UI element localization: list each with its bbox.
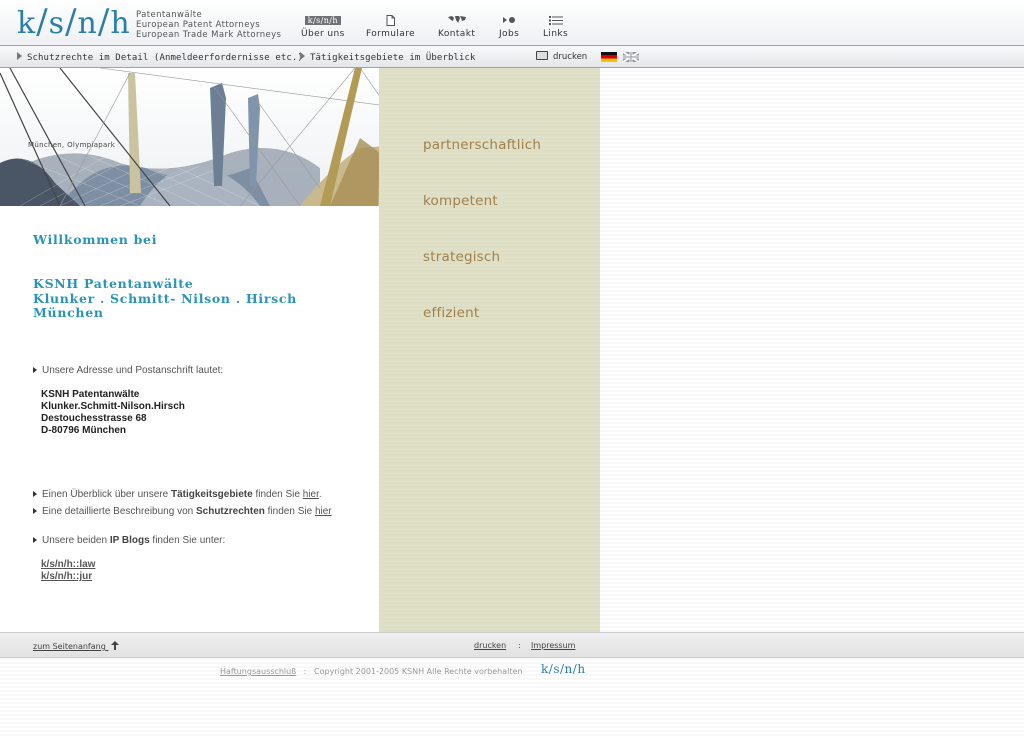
schutzrechte-info: Eine detaillierte Beschreibung von Schut… bbox=[33, 506, 332, 517]
firm-line: Klunker . Schmitt- Nilson . Hirsch bbox=[33, 290, 297, 306]
taetigkeitsgebiete-hier-link[interactable]: hier bbox=[303, 489, 319, 500]
hero-image-olympiapark: München, Olympiapark bbox=[0, 68, 402, 206]
text: Eine detaillierte Beschreibung von bbox=[42, 506, 196, 517]
nav-label: Links bbox=[543, 29, 569, 39]
nav-label: Kontakt bbox=[438, 29, 476, 39]
nav-label: Jobs bbox=[499, 29, 520, 39]
document-icon bbox=[366, 14, 415, 26]
address-intro: Unsere Adresse und Postanschrift lautet: bbox=[33, 365, 223, 376]
blog-law-link[interactable]: k/s/n/h::law bbox=[41, 559, 95, 570]
impressum-link[interactable]: Impressum bbox=[531, 641, 575, 650]
print-button[interactable]: drucken bbox=[536, 51, 587, 62]
german-flag-icon[interactable] bbox=[601, 52, 617, 62]
link-label: Tätigkeitsgebiete im Überblick bbox=[310, 53, 476, 63]
taetigkeitsgebiete-link[interactable]: Tätigkeitsgebiete im Überblick bbox=[300, 52, 476, 63]
footer-print-link[interactable]: drucken bbox=[474, 641, 506, 650]
bullet-icon bbox=[33, 508, 37, 514]
copyright-text: Copyright 2001-2005 KSNH Alle Rechte vor… bbox=[314, 667, 523, 676]
sub-navigation: Schutzrechte im Detail (Anmeldeerfordern… bbox=[0, 46, 1024, 68]
printer-icon bbox=[536, 51, 548, 60]
address-line: Destouchesstrasse 68 bbox=[41, 413, 147, 424]
ksnh-logo[interactable]: k/s/n/h bbox=[17, 2, 131, 44]
motto-panel: partnerschaftlich kompetent strategisch … bbox=[379, 68, 600, 632]
triangle-right-icon bbox=[300, 52, 305, 60]
link-label: zum Seitenanfang bbox=[33, 642, 106, 651]
footer-bar: zum Seitenanfang drucken : Impressum bbox=[0, 632, 1024, 658]
arrow-up-icon bbox=[111, 641, 120, 650]
tagline-line: European Trade Mark Attorneys bbox=[136, 30, 282, 40]
address-intro-text: Unsere Adresse und Postanschrift lautet: bbox=[42, 365, 224, 376]
ksnh-mini-logo-icon: k/s/n/h bbox=[301, 14, 345, 26]
text: Einen Überblick über unsere bbox=[42, 489, 171, 500]
bullet-icon bbox=[33, 537, 37, 543]
motto-item: kompetent bbox=[423, 193, 498, 209]
schutzrechte-detail-link[interactable]: Schutzrechte im Detail (Anmeldeerfordern… bbox=[17, 52, 303, 63]
nav-links[interactable]: Links bbox=[543, 14, 568, 39]
ip-blogs-info: Unsere beiden IP Blogs finden Sie unter: bbox=[33, 535, 225, 546]
bold-text: Tätigkeitsgebiete bbox=[170, 489, 253, 500]
footer-ksnh-logo: k/s/n/h bbox=[541, 662, 586, 676]
blog-jur-link[interactable]: k/s/n/h::jur bbox=[41, 571, 92, 582]
bold-text: IP Blogs bbox=[109, 535, 150, 546]
world-map-icon bbox=[438, 14, 475, 26]
back-to-top-link[interactable]: zum Seitenanfang bbox=[33, 641, 120, 651]
postal-address: KSNH Patentanwälte Klunker.Schmitt-Nilso… bbox=[41, 389, 185, 437]
nav-jobs[interactable]: Jobs bbox=[499, 14, 519, 39]
print-label: drucken bbox=[553, 52, 588, 62]
copyright-line: Haftungsausschluß : Copyright 2001-2005 … bbox=[220, 667, 523, 676]
link-label: Schutzrechte im Detail (Anmeldeerfordern… bbox=[27, 53, 303, 63]
address-line: D-80796 München bbox=[41, 425, 127, 436]
nav-formulare[interactable]: Formulare bbox=[366, 14, 415, 39]
tagline-line: European Patent Attorneys bbox=[136, 20, 261, 30]
footer-separator: : bbox=[303, 667, 307, 676]
nav-label: Über uns bbox=[301, 29, 345, 39]
motto-item: partnerschaftlich bbox=[423, 137, 542, 153]
firm-line: München bbox=[33, 305, 104, 320]
taetigkeitsgebiete-info: Einen Überblick über unsere Tätigkeitsge… bbox=[33, 489, 322, 500]
hero-caption: München, Olympiapark bbox=[28, 141, 116, 149]
list-icon bbox=[543, 14, 568, 26]
nav-kontakt[interactable]: Kontakt bbox=[438, 14, 475, 39]
tagline: Patentanwälte European Patent Attorneys … bbox=[136, 10, 281, 40]
uk-flag-icon[interactable] bbox=[623, 52, 639, 62]
bullet-icon bbox=[33, 367, 37, 373]
motto-item: effizient bbox=[423, 305, 480, 321]
address-line: KSNH Patentanwälte bbox=[41, 389, 140, 400]
triangle-right-icon bbox=[17, 52, 22, 60]
text: finden Sie bbox=[252, 489, 303, 500]
welcome-heading: Willkommen bei bbox=[33, 232, 158, 247]
bold-text: Schutzrechten bbox=[195, 506, 265, 517]
olympiapark-illustration bbox=[0, 68, 402, 206]
address-line: Klunker.Schmitt-Nilson.Hirsch bbox=[41, 401, 185, 412]
text: finden Sie bbox=[264, 506, 315, 517]
nav-label: Formulare bbox=[366, 29, 416, 39]
text: . bbox=[318, 489, 322, 500]
motto-item: strategisch bbox=[423, 249, 501, 265]
text: finden Sie unter: bbox=[149, 535, 226, 546]
nav-ueber-uns[interactable]: k/s/n/h Über uns bbox=[301, 14, 345, 39]
bullet-icon bbox=[33, 491, 37, 497]
text: Unsere beiden bbox=[42, 535, 110, 546]
firm-name-heading: KSNH Patentanwälte Klunker . Schmitt- Ni… bbox=[33, 276, 297, 321]
schutzrechte-hier-link[interactable]: hier bbox=[315, 506, 332, 517]
play-dot-icon bbox=[499, 14, 519, 26]
header: k/s/n/h Patentanwälte European Patent At… bbox=[0, 0, 1024, 46]
tagline-line: Patentanwälte bbox=[136, 10, 203, 20]
disclaimer-link[interactable]: Haftungsausschluß bbox=[220, 667, 296, 676]
footer-separator: : bbox=[518, 641, 521, 650]
firm-line: KSNH Patentanwälte bbox=[33, 276, 194, 291]
